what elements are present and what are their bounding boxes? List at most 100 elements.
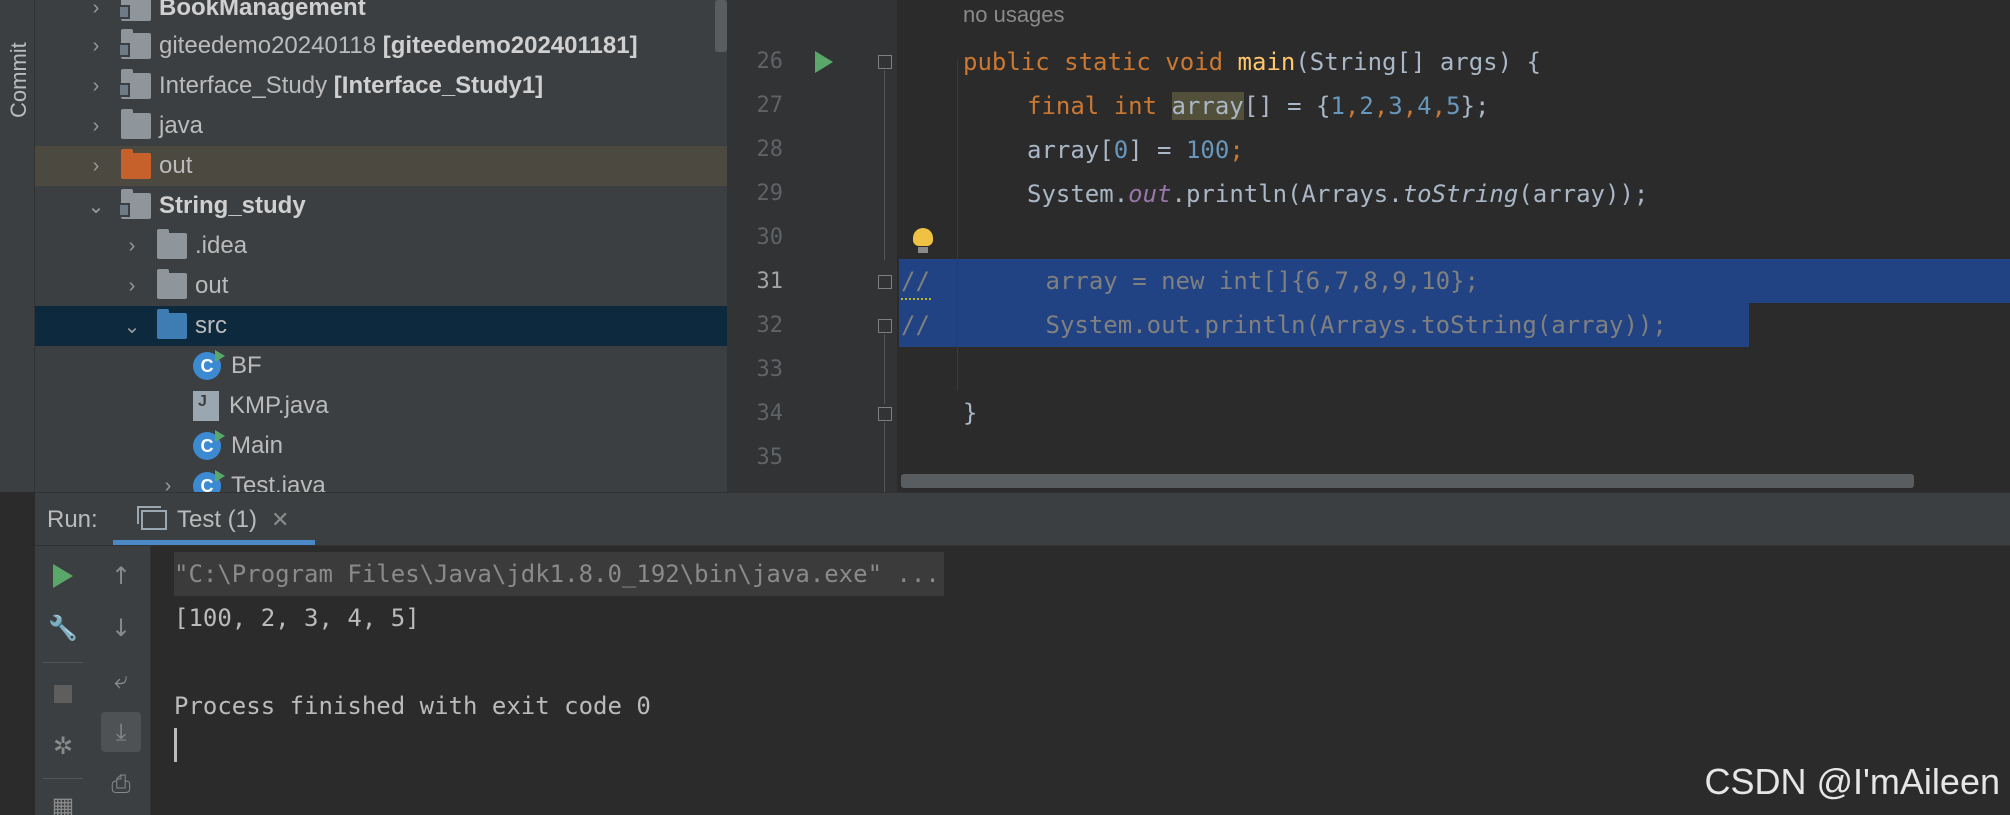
intention-bulb-icon[interactable] [913, 228, 933, 253]
scroll-down-button[interactable]: ↓ [101, 608, 141, 648]
line-number: 27 [756, 93, 784, 118]
print-button[interactable]: ⎙ [101, 764, 141, 804]
tree-item-label: Test.java [231, 472, 326, 492]
editor-scrollbar-thumb[interactable] [901, 474, 1914, 488]
chevron-right-icon[interactable]: › [85, 115, 107, 137]
line-number: 32 [756, 313, 784, 338]
chevron-right-icon[interactable]: › [85, 155, 107, 177]
code-line-26: public static void main(String[] args) { [963, 48, 1541, 76]
tree-item-java[interactable]: › java [35, 106, 727, 146]
chevron-right-icon[interactable]: › [85, 0, 107, 19]
code-line-27: final int array[] = {1,2,3,4,5}; [1027, 92, 1490, 120]
tree-item-label: Main [231, 432, 284, 459]
printer-icon: ⎙ [111, 770, 131, 798]
code-editor[interactable]: 26 27 28 29 30 31 32 33 34 35 no usages … [727, 0, 2010, 492]
tree-item-label: BF [231, 352, 262, 379]
stop-icon [54, 685, 72, 703]
line-number: 33 [756, 357, 784, 382]
fold-line [884, 70, 885, 260]
code-line-32: // System.out.println(Arrays.toString(ar… [901, 311, 1667, 339]
tree-scrollbar[interactable] [715, 0, 727, 52]
tree-item-label: String_study [159, 192, 306, 219]
tree-item-src[interactable]: ⌄ src [35, 306, 727, 346]
folder-icon [157, 269, 187, 299]
tree-item-kmp[interactable]: KMP.java [35, 386, 727, 426]
tree-item-label: out [195, 272, 229, 299]
console-window-icon [137, 506, 167, 530]
bug-icon: ✲ [52, 732, 74, 760]
chevron-down-icon[interactable]: ⌄ [121, 315, 143, 338]
line-number: 26 [756, 49, 784, 74]
usages-hint[interactable]: no usages [963, 2, 1065, 28]
fold-icon[interactable] [878, 275, 892, 289]
module-folder-icon [118, 69, 151, 99]
code-line-29: System.out.println(Arrays.toString(array… [1027, 180, 1649, 208]
line-number: 34 [756, 401, 784, 426]
excluded-folder-icon [121, 149, 151, 179]
run-tab-test[interactable]: Test (1) ✕ [113, 493, 315, 547]
chevron-right-icon[interactable]: › [85, 35, 107, 57]
stop-button[interactable] [43, 674, 83, 714]
chevron-right-icon[interactable]: › [121, 275, 143, 297]
project-tree: › BookManagement › giteedemo20240118 [gi… [35, 0, 727, 492]
wrench-icon: 🔧 [48, 614, 78, 642]
source-folder-icon [157, 309, 187, 339]
tree-item-out[interactable]: › out [35, 146, 727, 186]
commit-tool-strip: Commit [0, 0, 35, 492]
tree-item-bookmanagement[interactable]: › BookManagement [35, 0, 727, 28]
line-number: 29 [756, 181, 784, 206]
soft-wrap-button[interactable]: ⤶ [101, 660, 141, 700]
fold-icon[interactable] [878, 407, 892, 421]
fold-line [884, 334, 885, 404]
module-folder-icon [118, 189, 151, 219]
tree-item-suffix: [Interface_Study1] [333, 72, 544, 99]
tree-item-suffix: [giteedemo202401181] [382, 32, 638, 59]
tree-item-label: out [159, 152, 193, 179]
tree-item-label: KMP.java [229, 392, 329, 419]
run-toolbar-primary: 🔧 ✲ ▦ [35, 546, 91, 815]
scroll-to-end-button[interactable]: ⤓ [101, 712, 141, 752]
line-number: 30 [756, 225, 784, 250]
run-gutter-icon[interactable] [815, 51, 833, 73]
tree-item-main[interactable]: C Main [35, 426, 727, 466]
close-icon[interactable]: ✕ [271, 507, 289, 533]
console-command-line[interactable]: "C:\Program Files\Java\jdk1.8.0_192\bin\… [174, 552, 944, 596]
scroll-to-end-icon: ⤓ [115, 718, 127, 746]
tree-item-test[interactable]: › C Test.java [35, 466, 727, 492]
tree-item-label: Interface_Study [159, 72, 328, 99]
line-number: 28 [756, 137, 784, 162]
code-line-34: } [963, 399, 978, 427]
chevron-right-icon[interactable]: › [85, 75, 107, 97]
tree-item-interface-study[interactable]: › Interface_Study [Interface_Study1] [35, 66, 727, 106]
tree-item-giteedemo[interactable]: › giteedemo20240118 [giteedemo202401181] [35, 26, 727, 66]
run-tool-window-header: Run: Test (1) ✕ [35, 492, 2010, 546]
folder-icon [121, 109, 151, 139]
console-output-line: [100, 2, 3, 4, 5] [174, 604, 420, 632]
module-folder-icon [118, 29, 151, 59]
watermark: CSDN @I'mAileen [1704, 761, 2001, 802]
module-folder-icon [118, 0, 151, 21]
scroll-up-button[interactable]: ↑ [101, 556, 141, 596]
soft-wrap-icon: ⤶ [114, 666, 128, 694]
run-label: Run: [47, 506, 98, 533]
chevron-right-icon[interactable]: › [157, 475, 179, 493]
debug-button[interactable]: ✲ [43, 726, 83, 766]
tree-item-out-inner[interactable]: › out [35, 266, 727, 306]
tree-item-string-study[interactable]: ⌄ String_study [35, 186, 727, 226]
play-icon [53, 564, 73, 588]
fold-icon[interactable] [878, 55, 892, 69]
chevron-right-icon[interactable]: › [121, 235, 143, 257]
commit-tab-label: Commit [6, 42, 31, 118]
modify-run-config-button[interactable]: 🔧 [43, 608, 83, 648]
tree-item-bf[interactable]: C BF [35, 346, 727, 386]
commit-tab[interactable]: Commit [2, 8, 32, 128]
code-line-28: array[0] = 100; [1027, 136, 1244, 164]
tree-item-idea[interactable]: › .idea [35, 226, 727, 266]
rerun-button[interactable] [43, 556, 83, 596]
arrow-up-icon: ↑ [110, 562, 132, 590]
chevron-down-icon[interactable]: ⌄ [85, 195, 107, 218]
java-class-icon: C [193, 430, 225, 460]
layout-button[interactable]: ▦ [43, 786, 83, 815]
run-toolbar-secondary: ↑ ↓ ⤶ ⤓ ⎙ [91, 546, 151, 815]
fold-icon[interactable] [878, 319, 892, 333]
